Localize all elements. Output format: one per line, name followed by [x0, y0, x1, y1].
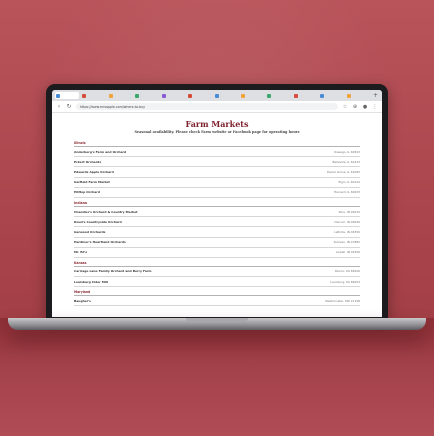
market-name-link[interactable]: Eckert Orchards	[74, 160, 101, 164]
browser-toolbar: ‹ ↻ https://www.mrsapple.com/where-to-bu…	[52, 101, 382, 113]
market-name-link[interactable]: Doud's Countryside Orchard	[74, 220, 122, 224]
market-row: Chandler's Orchard & Country Market Peru,…	[74, 207, 360, 218]
state-section: Illinois Anderberg's Farm and Orchard Oswe…	[74, 139, 360, 198]
tab-favicon-icon	[108, 93, 113, 98]
browser-tab[interactable]	[214, 92, 238, 99]
tab-favicon-icon	[56, 93, 60, 98]
market-name-link[interactable]: Baugher's	[74, 299, 91, 303]
state-section: Maryland Baugher's Westminster, MD 21158	[74, 288, 360, 307]
market-row: Baugher's Westminster, MD 21158	[74, 296, 360, 307]
browser-tab[interactable]	[266, 92, 290, 99]
market-name-link[interactable]: Hilltop Orchard	[74, 190, 100, 194]
market-location: Poplar Grove, IL 61065	[327, 169, 360, 174]
browser-tab[interactable]	[161, 92, 185, 99]
market-row: Garfield Farm Market Elgin, IL 60124	[74, 178, 360, 188]
market-row: Louisburg Cider Mill Louisburg, KS 66053	[74, 277, 360, 288]
page-content: Farm Markets Seasonal availability. Plea…	[52, 113, 382, 307]
market-row: Mr. Ed's Lowell, IN 46356	[74, 248, 360, 258]
state-heading: Maryland	[74, 288, 360, 297]
browser-tab[interactable]	[108, 92, 132, 99]
market-name-link[interactable]: Louisburg Cider Mill	[74, 280, 108, 284]
market-name-link[interactable]: Carriage Lane Family Orchard and Berry F…	[74, 269, 151, 273]
market-name-link[interactable]: Hardiner's Heartland Orchards	[74, 240, 126, 244]
market-location: Lowell, IN 46356	[335, 250, 360, 255]
browser-tab[interactable]	[187, 92, 211, 99]
page-subtitle: Seasonal availability. Please check Farm…	[134, 130, 300, 134]
state-heading: Kansas	[74, 259, 360, 267]
market-list: Illinois Anderberg's Farm and Orchard Oswe…	[74, 139, 360, 307]
market-location: LaPorte, IN 46350	[334, 229, 360, 234]
market-location: Westminster, MD 21158	[325, 298, 360, 303]
market-location: Belleville, IL 62223	[332, 159, 360, 164]
browser-tab[interactable]	[55, 92, 80, 99]
tab-favicon-icon	[188, 93, 193, 98]
browser-tab[interactable]	[240, 92, 264, 99]
address-bar-url: https://www.mrsapple.com/where-to-buy	[80, 104, 146, 109]
bookmark-star-icon[interactable]: ☆	[342, 104, 348, 110]
page-title: Farm Markets	[185, 119, 249, 129]
market-row: Edwards Apple Orchard Poplar Grove, IL 61…	[74, 167, 360, 178]
market-location: Denver, IN 46926	[334, 219, 360, 224]
market-row: Hilltop Orchard Harvard, IL 60033	[74, 188, 360, 198]
tab-favicon-icon	[82, 93, 87, 98]
extensions-icon[interactable]: ⊕	[352, 104, 358, 110]
tab-favicon-icon	[267, 93, 272, 98]
state-heading: Illinois	[74, 139, 360, 147]
state-section: Kansas Carriage Lane Family Orchard and B…	[74, 259, 360, 288]
tab-favicon-icon	[240, 93, 245, 98]
market-row: Hardiner's Heartland Orchards Sullivan, I…	[74, 238, 360, 248]
market-name-link[interactable]: Chandler's Orchard & Country Market	[74, 210, 138, 214]
market-location: Louisburg, KS 66053	[330, 279, 360, 284]
tab-favicon-icon	[135, 93, 140, 98]
browser-tab-bar: +	[52, 90, 382, 101]
tab-favicon-icon	[293, 93, 298, 98]
market-name-link[interactable]: Anderberg's Farm and Orchard	[74, 150, 126, 154]
laptop-hinge-notch	[186, 318, 248, 322]
market-name-link[interactable]: Garwood Orchards	[74, 230, 105, 234]
address-bar[interactable]: https://www.mrsapple.com/where-to-buy	[76, 103, 338, 110]
market-row: Garwood Orchards LaPorte, IN 46350	[74, 227, 360, 238]
market-name-link[interactable]: Mr. Ed's	[74, 250, 87, 254]
market-location: Oswego, IL 60543	[334, 149, 360, 154]
market-name-link[interactable]: Edwards Apple Orchard	[74, 170, 114, 174]
market-row: Carriage Lane Family Orchard and Berry F…	[74, 267, 360, 278]
tab-favicon-icon	[320, 93, 325, 98]
browser-tab[interactable]	[319, 92, 343, 99]
tab-favicon-icon	[214, 93, 219, 98]
new-tab-button[interactable]: +	[372, 92, 379, 99]
market-row: Eckert Orchards Belleville, IL 62223	[74, 157, 360, 168]
state-section: Indiana Chandler's Orchard & Country Mark…	[74, 199, 360, 258]
menu-icon[interactable]: ⋮	[372, 104, 378, 110]
state-heading: Indiana	[74, 199, 360, 207]
market-location: Paxico, KS 66526	[335, 269, 360, 274]
market-location: Elgin, IL 60124	[338, 180, 360, 185]
browser-tab[interactable]	[134, 92, 158, 99]
market-location: Sullivan, IN 47882	[333, 240, 360, 245]
back-icon[interactable]: ‹	[56, 103, 62, 110]
market-location: Harvard, IL 60033	[333, 190, 360, 195]
browser-tab[interactable]	[81, 92, 105, 99]
laptop-screen: + ‹ ↻ https://www.mrsapple.com/where-to-…	[52, 90, 382, 317]
market-row: Anderberg's Farm and Orchard Oswego, IL 6…	[74, 147, 360, 158]
tab-favicon-icon	[346, 93, 351, 98]
market-location: Peru, IN 46970	[338, 209, 360, 214]
profile-icon[interactable]: ●	[362, 104, 368, 110]
desk-surface	[0, 318, 434, 436]
laptop-lid: + ‹ ↻ https://www.mrsapple.com/where-to-…	[46, 84, 388, 320]
market-name-link[interactable]: Garfield Farm Market	[74, 180, 110, 184]
reload-icon[interactable]: ↻	[66, 103, 72, 110]
browser-tab[interactable]	[293, 92, 317, 99]
browser-tab[interactable]	[346, 92, 370, 99]
tab-favicon-icon	[161, 93, 166, 98]
market-row: Doud's Countryside Orchard Denver, IN 469…	[74, 217, 360, 228]
